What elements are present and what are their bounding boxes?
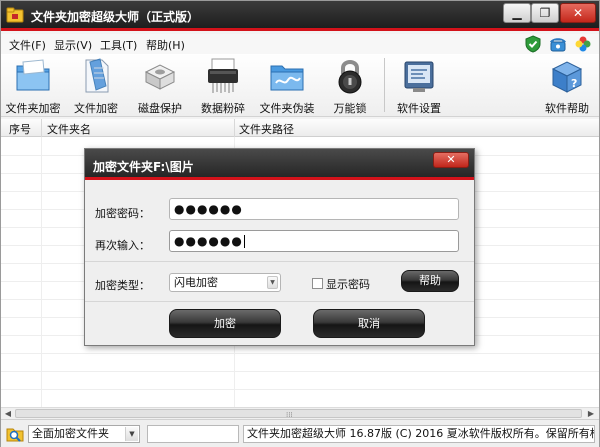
- padlock-label: 万能锁: [333, 102, 367, 115]
- maximize-button[interactable]: ❐: [531, 3, 559, 23]
- grid-line: [1, 389, 599, 390]
- settings-label: 软件设置: [397, 102, 441, 115]
- confirm-password-value: ●●●●●●: [174, 234, 243, 248]
- show-password-label[interactable]: 显示密码: [326, 276, 370, 292]
- chevron-down-icon[interactable]: ▼: [125, 427, 138, 441]
- grid-line: [1, 371, 599, 372]
- file-encrypt-icon: [85, 58, 109, 93]
- confirm-password-field[interactable]: ●●●●●●: [169, 230, 459, 252]
- password-field[interactable]: ●●●●●●: [169, 198, 459, 220]
- password-label: 加密密码：: [95, 207, 150, 220]
- help-cube-icon: ?: [551, 61, 583, 93]
- scroll-thumb[interactable]: ⁞⁞⁞: [15, 409, 582, 419]
- dialog-divider: [85, 261, 474, 262]
- encrypt-button[interactable]: 加密: [169, 309, 281, 338]
- padlock-icon: [338, 60, 362, 94]
- grip-icon: ⁞⁞⁞: [286, 411, 293, 419]
- app-icon: [6, 7, 24, 23]
- flower-icon[interactable]: [574, 35, 592, 53]
- shield-check-icon[interactable]: [524, 35, 542, 53]
- column-index[interactable]: 序号: [9, 121, 31, 137]
- window-title: 文件夹加密超级大师（正式版）: [31, 10, 200, 24]
- copyright-text: 文件夹加密超级大师 16.87版 (C) 2016 夏冰软件版权所有。保留所有权…: [243, 425, 595, 443]
- dialog-divider: [85, 301, 474, 302]
- folder-disguise-button[interactable]: 文件夹伪装: [257, 56, 317, 116]
- disk-protect-label: 磁盘保护: [138, 102, 182, 115]
- encrypt-type-value: 闪电加密: [174, 276, 218, 289]
- minimize-button[interactable]: ▁: [503, 3, 531, 23]
- help-label: 软件帮助: [545, 102, 589, 115]
- encrypt-folder-dialog: 加密文件夹F:\图片 ✕ 加密密码： ●●●●●● 再次输入： ●●●●●● 加…: [84, 148, 475, 346]
- file-encrypt-button[interactable]: 文件加密: [66, 56, 126, 116]
- folder-disguise-icon: [270, 65, 304, 91]
- dialog-title-bar[interactable]: 加密文件夹F:\图片 ✕: [85, 149, 474, 180]
- dialog-title: 加密文件夹F:\图片: [93, 160, 194, 174]
- column-divider[interactable]: [41, 119, 42, 137]
- status-bar: 全面加密文件夹 ▼ 文件夹加密超级大师 16.87版 (C) 2016 夏冰软件…: [1, 419, 599, 447]
- column-folder-path[interactable]: 文件夹路径: [239, 121, 294, 137]
- menu-file[interactable]: 文件(F): [9, 37, 46, 53]
- padlock-button[interactable]: 万能锁: [320, 56, 380, 116]
- svg-text:?: ?: [571, 77, 577, 90]
- folder-filter-select[interactable]: 全面加密文件夹 ▼: [28, 425, 140, 443]
- grid-line: [1, 353, 599, 354]
- horizontal-scrollbar[interactable]: ◀ ⁞⁞⁞ ▶: [1, 407, 599, 419]
- confirm-password-label: 再次输入：: [95, 239, 150, 252]
- dialog-help-button[interactable]: 帮助: [401, 270, 459, 292]
- encrypt-type-label: 加密类型：: [95, 279, 150, 292]
- list-header: 序号 文件夹名 文件夹路径: [1, 119, 599, 137]
- grid-line: [41, 137, 42, 407]
- shredder-label: 数据粉碎: [201, 102, 245, 115]
- disk-protect-button[interactable]: 磁盘保护: [130, 56, 190, 116]
- scroll-left-icon[interactable]: ◀: [2, 408, 14, 419]
- menu-bar: 文件(F) 显示(V) 工具(T) 帮助(H): [1, 34, 599, 54]
- dialog-close-button[interactable]: ✕: [433, 152, 469, 168]
- shredder-icon: [208, 58, 238, 93]
- menu-help[interactable]: 帮助(H): [146, 37, 185, 53]
- scroll-right-icon[interactable]: ▶: [585, 408, 597, 419]
- encrypt-type-select[interactable]: 闪电加密 ▼: [169, 273, 281, 292]
- folder-filter-value: 全面加密文件夹: [32, 427, 109, 440]
- title-bar[interactable]: 文件夹加密超级大师（正式版） ▁ ❐ ✕: [1, 1, 599, 31]
- show-password-checkbox[interactable]: [312, 278, 323, 289]
- folder-disguise-label: 文件夹伪装: [259, 102, 315, 115]
- settings-icon: [404, 61, 434, 92]
- column-folder-name[interactable]: 文件夹名: [47, 121, 91, 137]
- folder-search-icon[interactable]: [5, 424, 25, 444]
- toolbar: 文件夹加密 文件加密 磁盘保护 数据粉碎 文件夹伪装 万能锁 软件设置 ? 软件…: [1, 54, 599, 117]
- menu-tools[interactable]: 工具(T): [100, 37, 137, 53]
- column-divider[interactable]: [234, 119, 235, 137]
- status-panel: [147, 425, 239, 443]
- chevron-down-icon[interactable]: ▼: [267, 276, 278, 289]
- phone-icon[interactable]: [549, 35, 567, 53]
- menu-view[interactable]: 显示(V): [54, 37, 92, 53]
- help-button[interactable]: ? 软件帮助: [537, 56, 597, 116]
- toolbar-separator: [384, 58, 385, 112]
- password-value: ●●●●●●: [174, 202, 243, 216]
- cancel-button[interactable]: 取消: [313, 309, 425, 338]
- text-caret: [243, 235, 245, 248]
- settings-button[interactable]: 软件设置: [389, 56, 449, 116]
- close-button[interactable]: ✕: [560, 3, 596, 23]
- shredder-button[interactable]: 数据粉碎: [193, 56, 253, 116]
- file-encrypt-label: 文件加密: [74, 102, 118, 115]
- disk-protect-icon: [144, 64, 176, 90]
- main-window: 文件夹加密超级大师（正式版） ▁ ❐ ✕ 文件(F) 显示(V) 工具(T) 帮…: [0, 0, 600, 447]
- folder-encrypt-label: 文件夹加密: [5, 102, 61, 115]
- folder-encrypt-icon: [16, 59, 50, 91]
- folder-encrypt-button[interactable]: 文件夹加密: [3, 56, 63, 116]
